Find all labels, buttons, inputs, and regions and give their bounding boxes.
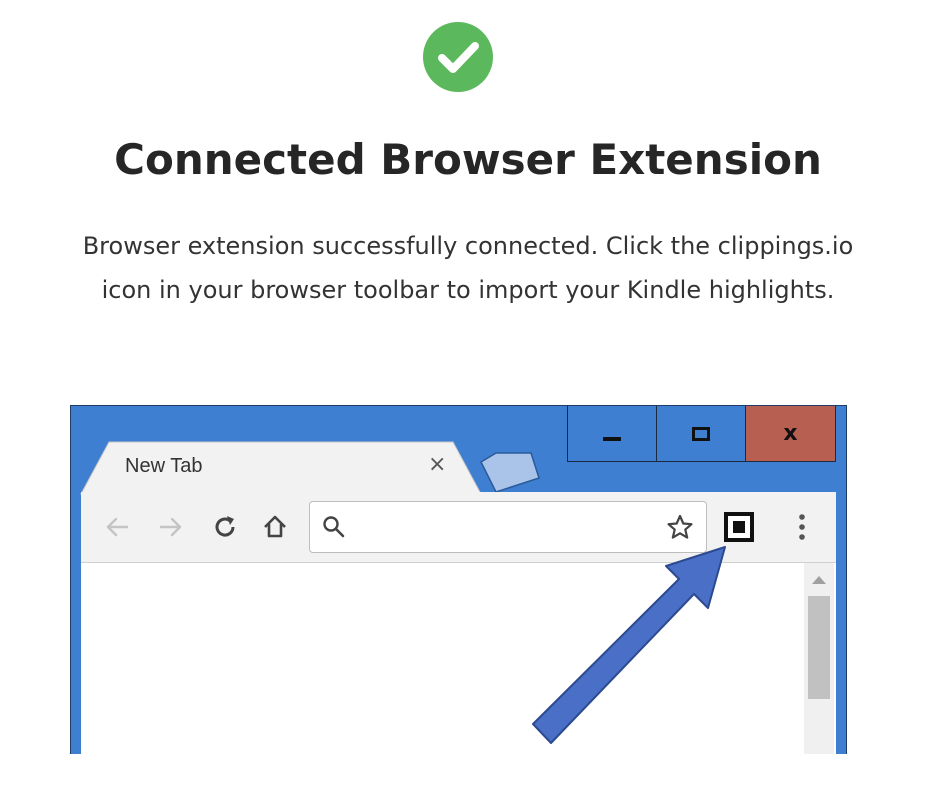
page-description: Browser extension successfully connected… <box>40 224 896 312</box>
browser-illustration: New Tab × x <box>70 405 847 754</box>
description-line-1: Browser extension successfully connected… <box>82 232 854 260</box>
page-title: Connected Browser Extension <box>114 135 822 184</box>
pointer-arrow <box>532 546 726 744</box>
description-line-2: icon in your browser toolbar to import y… <box>101 276 835 304</box>
success-check-icon <box>423 22 493 92</box>
